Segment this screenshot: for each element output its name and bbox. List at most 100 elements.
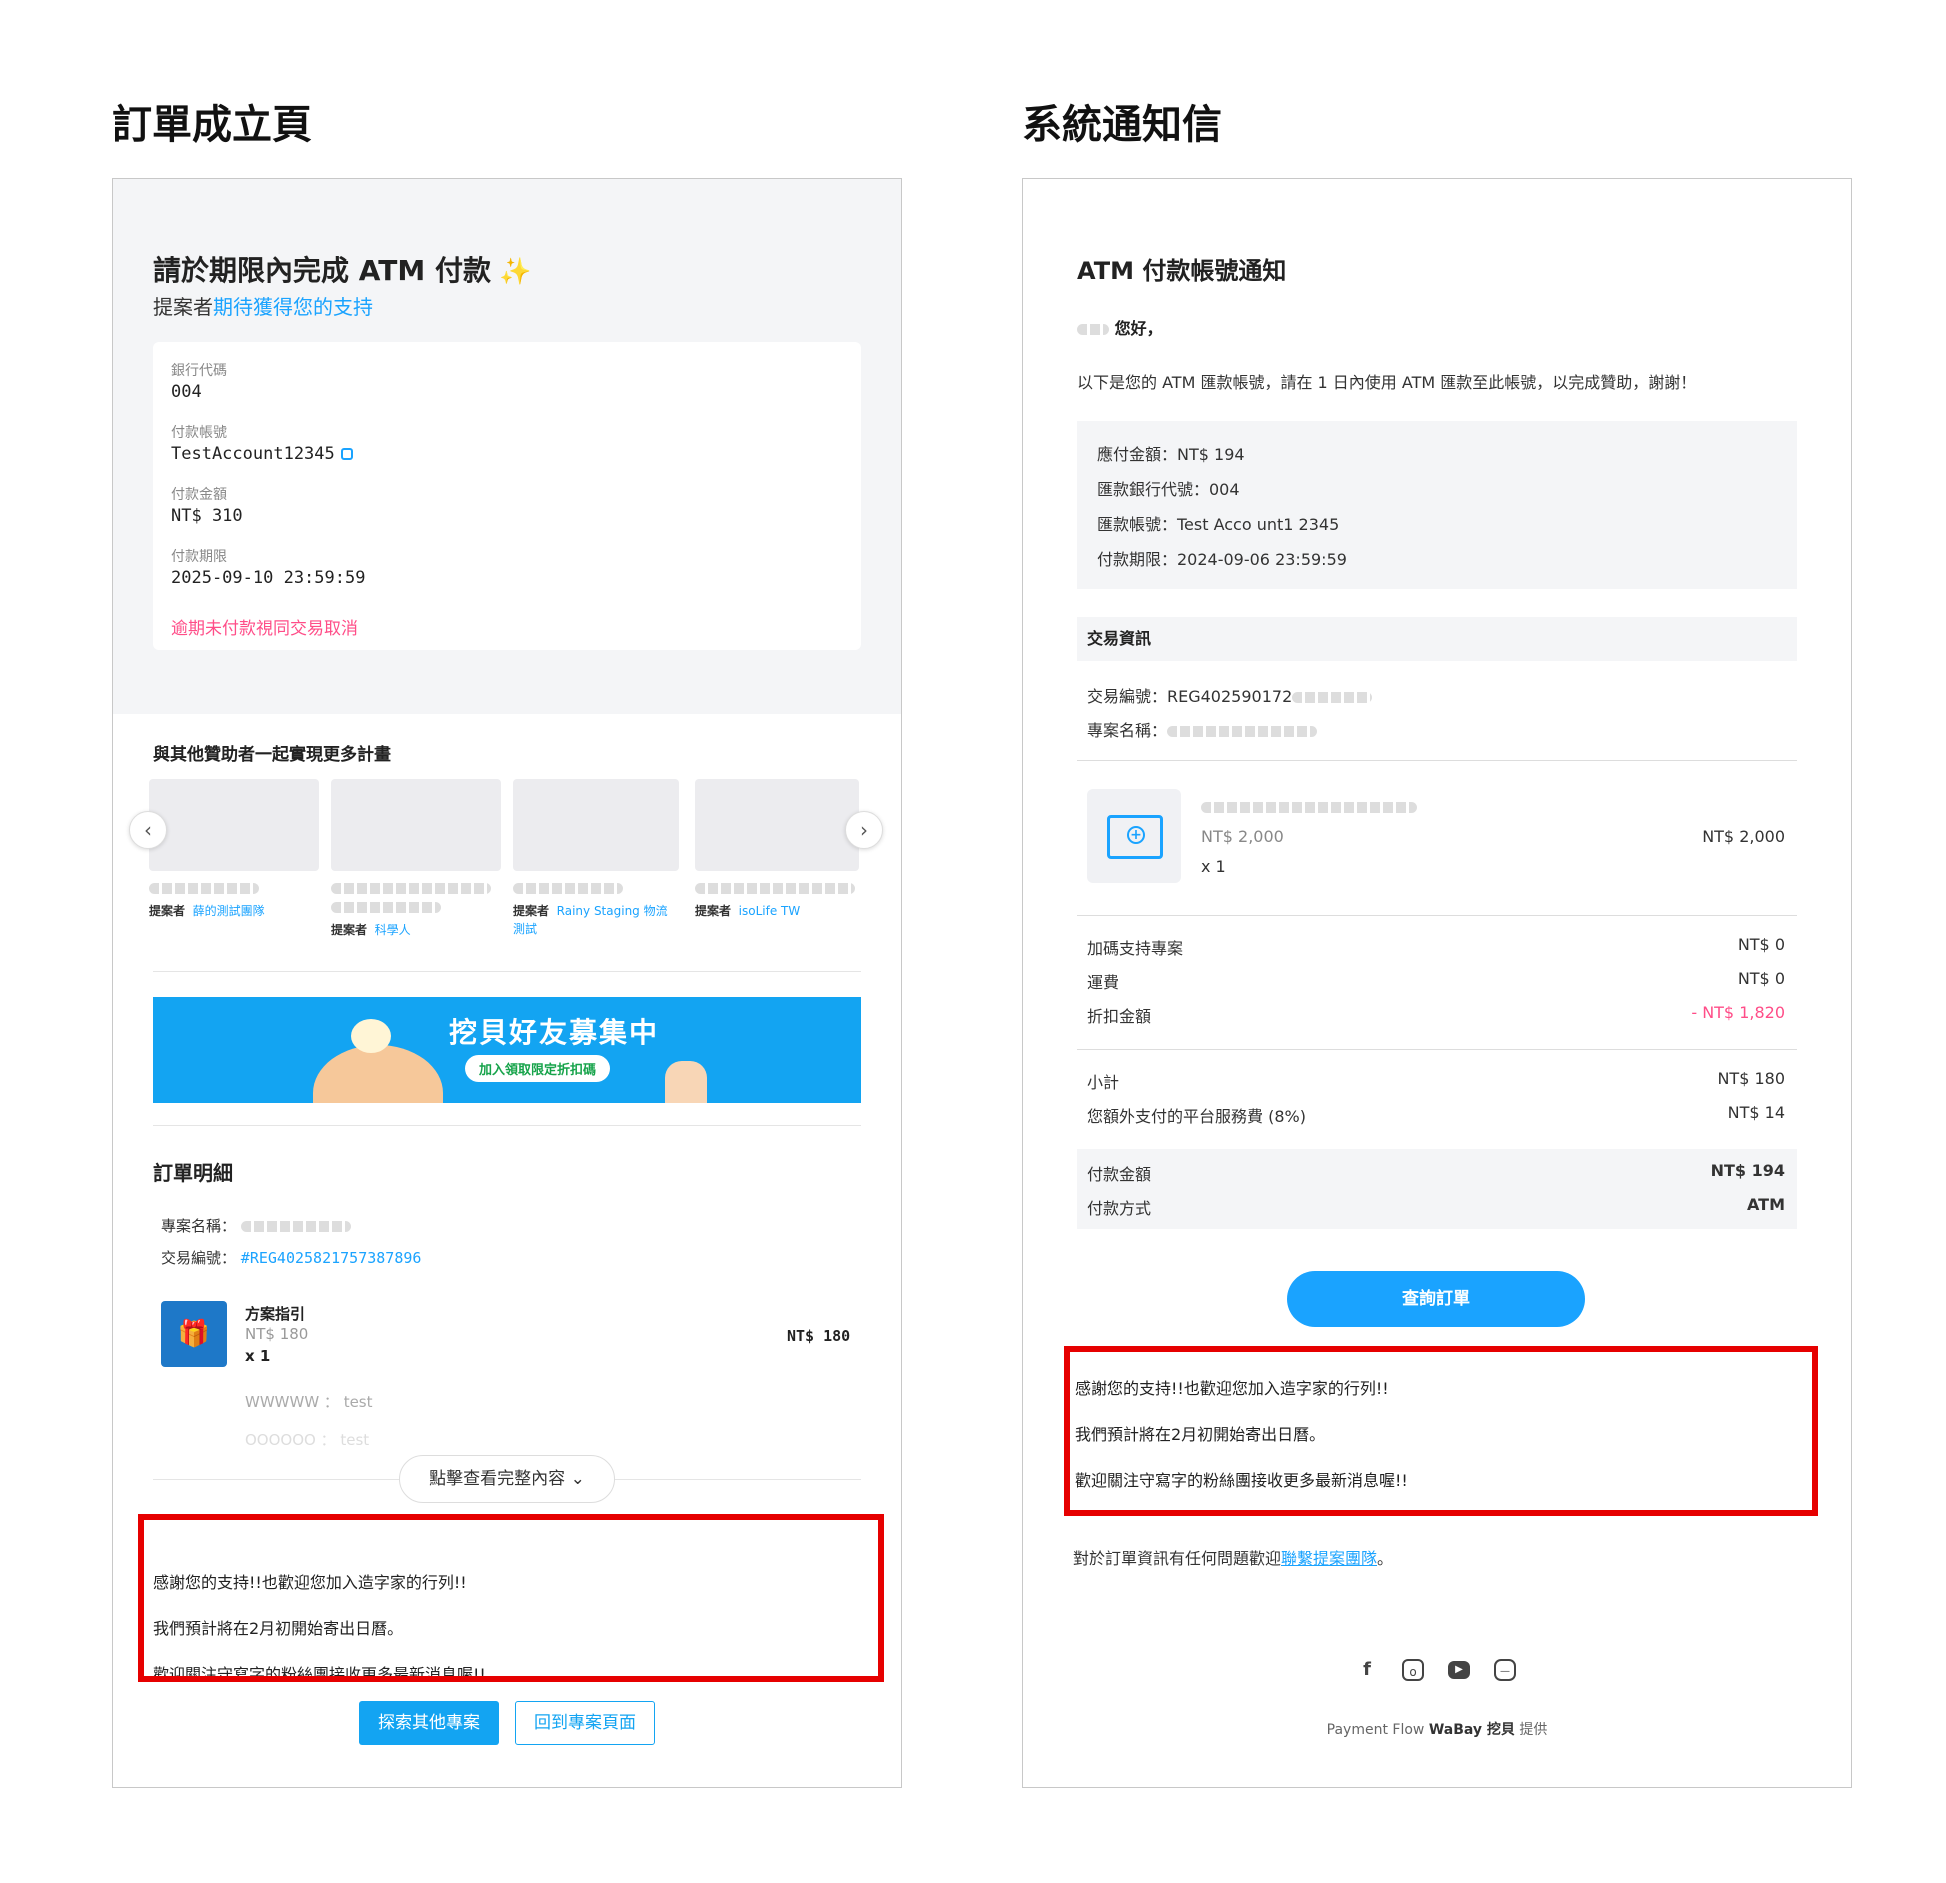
creator-name[interactable]: isoLife TW: [739, 904, 801, 918]
divider: [153, 1125, 861, 1126]
recommend-creator: 提案者 isoLife TW: [695, 902, 859, 920]
separator: [1077, 760, 1797, 761]
shipping-value: NT$ 0: [1737, 969, 1785, 988]
deadline-label: 付款期限: [171, 549, 227, 565]
recommend-card[interactable]: 提案者 Rainy Staging 物流測試: [513, 779, 679, 938]
project-name-blurred: [240, 1221, 351, 1232]
creator-by: 提案者: [513, 904, 550, 918]
line-icon[interactable]: —: [1494, 1659, 1516, 1681]
email-intro: 以下是您的 ATM 匯款帳號，請在 1 日內使用 ATM 匯款至此帳號，以完成贊…: [1077, 373, 1697, 392]
recommend-thumbnail: [513, 779, 679, 871]
contact-team-link[interactable]: 聯繫提案團隊: [1281, 1549, 1377, 1568]
creator-subtitle: 提案者期待獲得您的支持: [153, 291, 373, 320]
recommend-card[interactable]: 提案者 科學人: [331, 779, 501, 939]
payment-heading-text: 請於期限內完成 ATM 付款: [153, 254, 491, 287]
product-quantity: x 1: [1201, 857, 1226, 876]
copy-icon[interactable]: [340, 448, 353, 460]
carousel-prev-button[interactable]: ‹: [129, 811, 167, 849]
shipping-label: 運費: [1087, 973, 1120, 992]
creator-prefix: 提案者: [153, 295, 213, 319]
sparkle-icon: ✨: [498, 257, 532, 287]
plus-icon: +: [1127, 826, 1145, 844]
product-option-faded: OOOOOO ： test: [245, 1431, 370, 1449]
recommend-thumbnail: [331, 779, 501, 871]
product-box-icon: +: [1087, 789, 1181, 883]
separator: [1077, 915, 1797, 916]
footer-brand: WaBay 挖貝: [1428, 1722, 1515, 1738]
discount-value: - NT$ 1,820: [1691, 1003, 1785, 1022]
recommend-title-blurred: [331, 902, 441, 913]
account-number: 匯款帳號：Test Acco unt1 2345: [1097, 515, 1340, 534]
expiry-warning: 逾期未付款視同交易取消: [171, 619, 358, 639]
payment-heading: 請於期限內完成 ATM 付款 ✨: [153, 249, 531, 289]
discount-label: 折扣金額: [1087, 1007, 1152, 1026]
banner-line-button[interactable]: 加入領取限定折扣碼: [465, 1055, 611, 1082]
project-name: 專案名稱：: [1087, 717, 1318, 741]
pointing-hand-icon: [665, 1061, 707, 1103]
name-blurred: [1077, 324, 1109, 335]
recommend-title-blurred: [695, 883, 855, 894]
product-total: NT$ 2,000: [1702, 827, 1785, 846]
expand-details-button[interactable]: 點擊查看完整內容 ⌄: [399, 1455, 615, 1503]
creator-name[interactable]: 科學人: [375, 923, 411, 937]
highlight-box: [1064, 1346, 1818, 1516]
atm-info-box: 應付金額：NT$ 194 匯款銀行代號：004 匯款帳號：Test Acco u…: [1077, 421, 1797, 589]
transaction-number-blurred: [1292, 692, 1373, 703]
instagram-icon[interactable]: o: [1402, 1659, 1424, 1681]
mascot-head-illustration: [351, 1019, 391, 1053]
creator-name[interactable]: 薛的測試團隊: [193, 904, 265, 918]
project-name-blurred: [1167, 726, 1318, 737]
email-frame: ATM 付款帳號通知 您好， 以下是您的 ATM 匯款帳號，請在 1 日內使用 …: [1022, 178, 1852, 1788]
product-name: 方案指引: [245, 1305, 306, 1323]
recommend-title-blurred: [513, 883, 623, 894]
paid-amount-label: 付款金額: [1087, 1165, 1152, 1184]
recommend-card[interactable]: 提案者 薛的測試團隊: [149, 779, 319, 920]
payment-deadline: 付款期限：2024-09-06 23:59:59: [1097, 550, 1347, 569]
query-order-button[interactable]: 查詢訂單: [1287, 1271, 1585, 1327]
recommend-card[interactable]: 提案者 isoLife TW: [695, 779, 859, 920]
box-outline: +: [1107, 815, 1163, 859]
product-name: [1201, 797, 1417, 816]
bank-code-label: 銀行代碼: [171, 363, 227, 379]
banner-title: 挖貝好友募集中: [449, 1016, 660, 1049]
creator-by: 提案者: [695, 904, 732, 918]
bank-code: 匯款銀行代號：004: [1097, 480, 1240, 499]
creator-link[interactable]: 期待獲得您的支持: [213, 295, 373, 319]
carousel-next-button[interactable]: ›: [845, 811, 883, 849]
recommend-title-blurred: [331, 883, 491, 894]
deadline-value: 2025-09-10 23:59:59: [171, 568, 366, 588]
bank-code-value: 004: [171, 382, 202, 402]
paid-amount-value: NT$ 194: [1710, 1161, 1785, 1180]
product-price: NT$ 180: [245, 1325, 309, 1343]
recommend-creator: 提案者 科學人: [331, 921, 501, 939]
recommend-title: 與其他贊助者一起實現更多計畫: [153, 745, 391, 765]
footer-prefix: Payment Flow: [1326, 1722, 1429, 1738]
email-heading: ATM 付款帳號通知: [1077, 257, 1287, 285]
product-total: NT$ 180: [787, 1327, 851, 1345]
email-greeting: 您好，: [1077, 315, 1163, 339]
contact-line: 對於訂單資訊有任何問題歡迎聯繫提案團隊。: [1073, 1545, 1393, 1569]
friend-recruit-banner[interactable]: 挖貝好友募集中 加入領取限定折扣碼: [153, 997, 861, 1103]
addon-label: 加碼支持專案: [1087, 939, 1184, 958]
email-section-title: 系統通知信: [1022, 102, 1222, 148]
footer-suffix: 提供: [1514, 1722, 1548, 1738]
recommend-creator: 提案者 薛的測試團隊: [149, 902, 319, 920]
contact-prefix: 對於訂單資訊有任何問題歡迎: [1073, 1549, 1282, 1568]
payment-method-label: 付款方式: [1087, 1199, 1152, 1218]
product-price: NT$ 2,000: [1201, 827, 1284, 846]
payment-method-value: ATM: [1747, 1195, 1785, 1214]
youtube-icon[interactable]: ▶: [1448, 1661, 1470, 1679]
project-name-row: 專案名稱：: [161, 1215, 351, 1236]
transaction-number[interactable]: #REG4025821757387896: [241, 1249, 422, 1267]
email-footer: Payment Flow WaBay 挖貝 提供: [1023, 1719, 1851, 1739]
facebook-icon[interactable]: f: [1356, 1659, 1378, 1681]
subtotal-value: NT$ 180: [1717, 1069, 1785, 1088]
account-number: TestAccount12345: [171, 444, 335, 464]
transaction-number: 交易編號：REG402590172: [1087, 683, 1373, 707]
order-details-title: 訂單明細: [153, 1161, 233, 1185]
explore-projects-button[interactable]: 探索其他專案: [359, 1701, 499, 1745]
product-name-blurred: [1201, 802, 1417, 813]
transaction-label: 交易編號：: [161, 1249, 237, 1267]
back-to-project-button[interactable]: 回到專案頁面: [515, 1701, 655, 1745]
separator: [1077, 1049, 1797, 1050]
